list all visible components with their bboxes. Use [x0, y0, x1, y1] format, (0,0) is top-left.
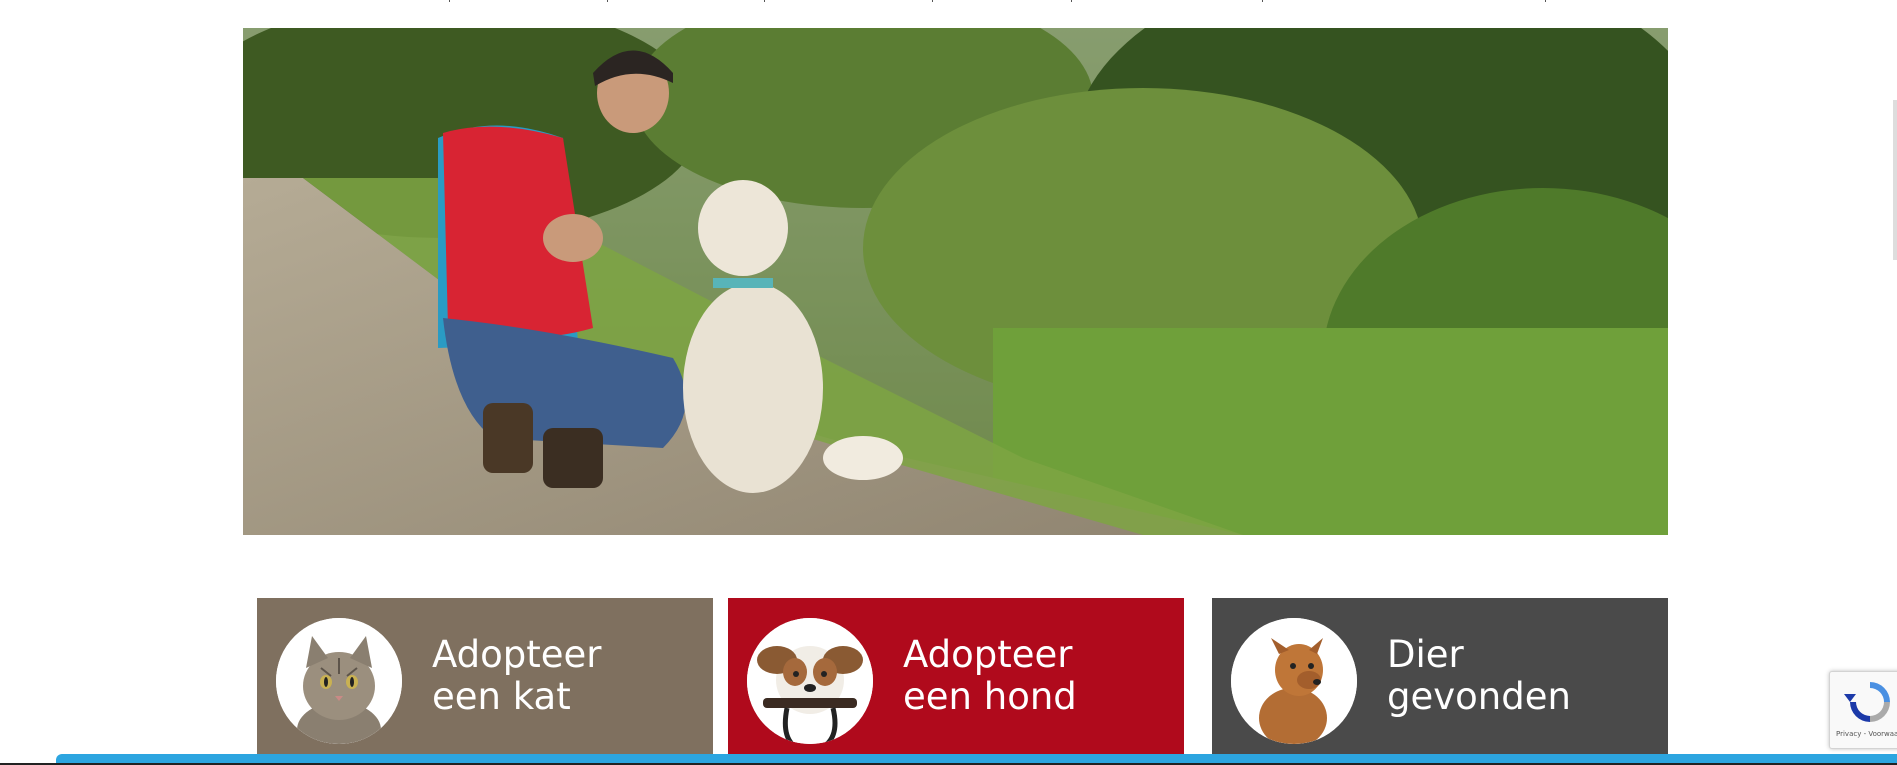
found-dog-photo-icon [1231, 618, 1357, 744]
recaptcha-links[interactable]: Privacy - Voorwaarden [1836, 730, 1897, 738]
adopt-dog-label: Adopteer een hond [903, 634, 1077, 718]
adopt-dog-card[interactable]: Adopteer een hond [728, 598, 1184, 765]
nav-separator [1545, 0, 1546, 2]
found-animal-label: Dier gevonden [1387, 634, 1571, 718]
card-title-line1: Dier [1387, 633, 1464, 676]
page-edge-scrollbar[interactable] [1893, 100, 1897, 260]
card-title-line2: een hond [903, 675, 1077, 718]
card-title-line1: Adopteer [903, 633, 1073, 676]
adopt-cat-card[interactable]: Adopteer een kat [257, 598, 713, 765]
cat-photo-icon [276, 618, 402, 744]
adopt-cat-label: Adopteer een kat [432, 634, 602, 718]
nav-separator [1071, 0, 1072, 2]
recaptcha-badge[interactable]: Privacy - Voorwaarden [1829, 671, 1897, 749]
nav-separator [449, 0, 450, 2]
nav-separator [1262, 0, 1263, 2]
nav-separator [932, 0, 933, 2]
adoption-cards: Adopteer een kat Adopteer een hond Dier … [257, 598, 1668, 765]
recaptcha-icon [1844, 682, 1890, 722]
hero-image [243, 28, 1668, 535]
found-animal-card[interactable]: Dier gevonden [1212, 598, 1668, 765]
card-title-line2: een kat [432, 675, 571, 718]
nav-separator [607, 0, 608, 2]
hero-photo [243, 28, 1668, 535]
nav-separator [764, 0, 765, 2]
card-title-line2: gevonden [1387, 675, 1571, 718]
card-title-line1: Adopteer [432, 633, 602, 676]
top-navigation-edge [0, 0, 1897, 3]
dog-with-leash-photo-icon [747, 618, 873, 744]
